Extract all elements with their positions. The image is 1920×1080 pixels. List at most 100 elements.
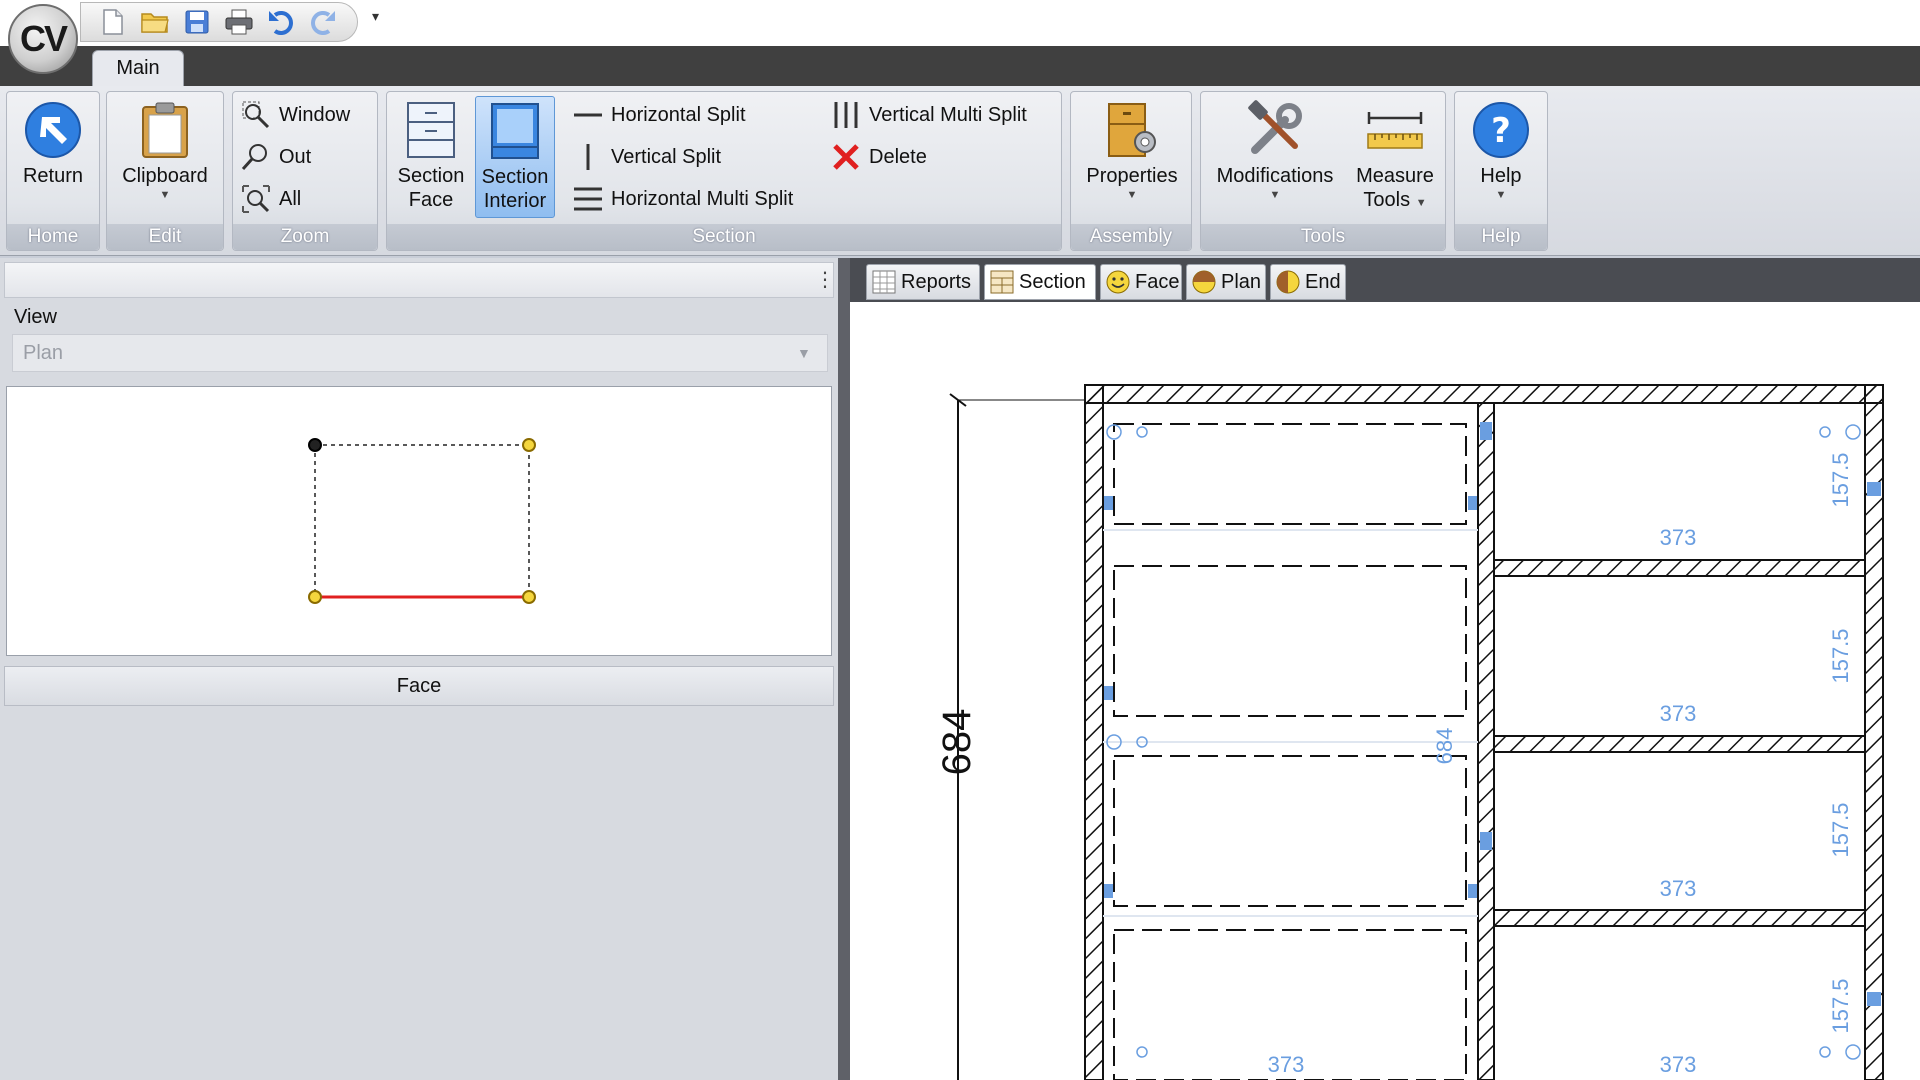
shelf-height-label: 157.5: [1828, 978, 1853, 1033]
redo-icon[interactable]: [309, 8, 337, 36]
shelf: [1493, 909, 1866, 927]
print-icon[interactable]: [225, 8, 253, 36]
tab-end[interactable]: End: [1270, 264, 1346, 300]
save-icon[interactable]: [183, 8, 211, 36]
section-grid-icon: [990, 270, 1014, 294]
ribbon-group-edit: Clipboard ▼ Edit: [106, 91, 224, 251]
bay-width-label: 373: [1660, 525, 1697, 550]
bay-width-label: 373: [1660, 701, 1697, 726]
document-tab-bar: Reports Section Face Plan End: [850, 258, 1920, 302]
plan-outline: [314, 444, 530, 598]
hardware-marker: [1468, 496, 1477, 510]
plan-corner-handle[interactable]: [522, 590, 536, 604]
zoom-all-button[interactable]: All: [241, 182, 301, 216]
zoom-window-button[interactable]: Window: [241, 98, 350, 132]
section-drawing-area[interactable]: 684 684 157.5 157.5 157.5 157.5 373 373 …: [850, 302, 1920, 1080]
hardware-marker: [1104, 496, 1113, 510]
horizontal-multi-split-button[interactable]: Horizontal Multi Split: [573, 182, 793, 216]
return-arrow-icon: [23, 100, 83, 160]
properties-button[interactable]: Properties ▼: [1077, 100, 1187, 202]
undo-icon[interactable]: [267, 8, 295, 36]
plan-corner-handle[interactable]: [308, 438, 322, 452]
chevron-down-icon: ▼: [1269, 189, 1281, 201]
section-interior-button[interactable]: Section Interior: [475, 96, 555, 218]
bay-width-label: 373: [1268, 1052, 1305, 1077]
top-panel: [1084, 384, 1884, 404]
hardware-marker: [1468, 884, 1477, 898]
app-logo[interactable]: CV: [8, 4, 78, 74]
zoom-out-label: Out: [279, 145, 312, 168]
inner-height-label: 684: [1432, 728, 1457, 765]
help-label: Help: [1480, 165, 1522, 187]
drawer-front[interactable]: [1113, 755, 1467, 907]
help-button[interactable]: ? Help ▼: [1463, 100, 1539, 202]
chevron-down-icon: ▼: [1495, 189, 1507, 201]
drawer-front[interactable]: [1113, 423, 1467, 525]
horizontal-split-button[interactable]: Horizontal Split: [573, 98, 746, 132]
hardware-marker: [1136, 1046, 1148, 1058]
quick-access-toolbar: [80, 2, 358, 42]
plan-corner-handle[interactable]: [522, 438, 536, 452]
vertical-split-label: Vertical Split: [611, 145, 722, 168]
delete-label: Delete: [869, 145, 927, 168]
chevron-down-icon: ▼: [797, 345, 811, 361]
shelf: [1493, 559, 1866, 577]
tab-plan[interactable]: Plan: [1186, 264, 1266, 300]
drawer-front[interactable]: [1113, 565, 1467, 717]
measure-tools-label-1: Measure: [1356, 165, 1434, 187]
properties-cabinet-icon: [1102, 100, 1162, 160]
measure-tools-button[interactable]: Measure Tools ▼: [1349, 100, 1441, 212]
tab-section[interactable]: Section: [984, 264, 1096, 300]
ribbon: Return Home Clipboard ▼ Edit Window Out: [0, 86, 1920, 256]
hardware-marker: [1104, 884, 1113, 898]
horizontal-lines-icon: [573, 184, 603, 214]
face-smiley-icon: [1106, 270, 1130, 294]
horizontal-split-label: Horizontal Split: [611, 103, 746, 126]
view-select-value: Plan: [23, 341, 64, 364]
view-select[interactable]: Plan ▼: [12, 334, 828, 372]
vertical-split-button[interactable]: Vertical Split: [573, 140, 721, 174]
hardware-marker: [1867, 482, 1881, 496]
plan-corner-handle[interactable]: [308, 590, 322, 604]
delete-x-icon: [831, 142, 861, 172]
open-folder-icon[interactable]: [141, 8, 169, 36]
modifications-label: Modifications: [1216, 165, 1334, 187]
zoom-out-button[interactable]: Out: [241, 140, 311, 174]
delete-button[interactable]: Delete: [831, 140, 927, 174]
hardware-marker: [1867, 992, 1881, 1006]
group-label-assembly: Assembly: [1071, 224, 1191, 250]
ribbon-group-zoom: Window Out All Zoom: [232, 91, 378, 251]
group-label-zoom: Zoom: [233, 224, 377, 250]
tab-end-label: End: [1305, 270, 1341, 293]
vertical-multi-split-button[interactable]: Vertical Multi Split: [831, 98, 1027, 132]
new-file-icon[interactable]: [99, 8, 127, 36]
zoom-all-label: All: [279, 187, 302, 210]
plan-preview-canvas[interactable]: [6, 386, 832, 656]
tab-main[interactable]: Main: [92, 50, 184, 86]
return-button[interactable]: Return: [15, 100, 91, 188]
hardware-marker: [1136, 426, 1148, 438]
section-face-icon: [401, 100, 461, 160]
modifications-button[interactable]: Modifications ▼: [1207, 100, 1343, 202]
left-side-panel: [1084, 384, 1104, 1080]
clipboard-label: Clipboard: [122, 165, 208, 187]
panel-splitter[interactable]: [838, 258, 850, 1080]
tab-reports[interactable]: Reports: [866, 264, 980, 300]
hardware-marker: [1480, 832, 1492, 850]
vertical-lines-icon: [831, 100, 861, 130]
hardware-marker: [1104, 686, 1113, 700]
face-button[interactable]: Face: [4, 666, 834, 706]
zoom-window-icon: [241, 100, 271, 130]
section-face-button[interactable]: Section Face: [393, 100, 469, 212]
tab-face[interactable]: Face: [1100, 264, 1182, 300]
panel-menu-icon[interactable]: ⋮: [815, 267, 835, 293]
customize-toolbar-button[interactable]: ▾: [372, 8, 388, 32]
bay-width-label: 373: [1660, 1052, 1697, 1077]
tab-plan-label: Plan: [1221, 270, 1262, 293]
chevron-down-icon: ▼: [159, 189, 171, 201]
clipboard-button[interactable]: Clipboard ▼: [113, 100, 217, 202]
left-panel: ⋮ View Plan ▼ Face: [0, 258, 838, 1080]
ribbon-group-section: Section Face Section Interior Horizontal…: [386, 91, 1062, 251]
center-divider-panel: [1477, 402, 1495, 1080]
left-panel-header: ⋮: [4, 262, 835, 298]
